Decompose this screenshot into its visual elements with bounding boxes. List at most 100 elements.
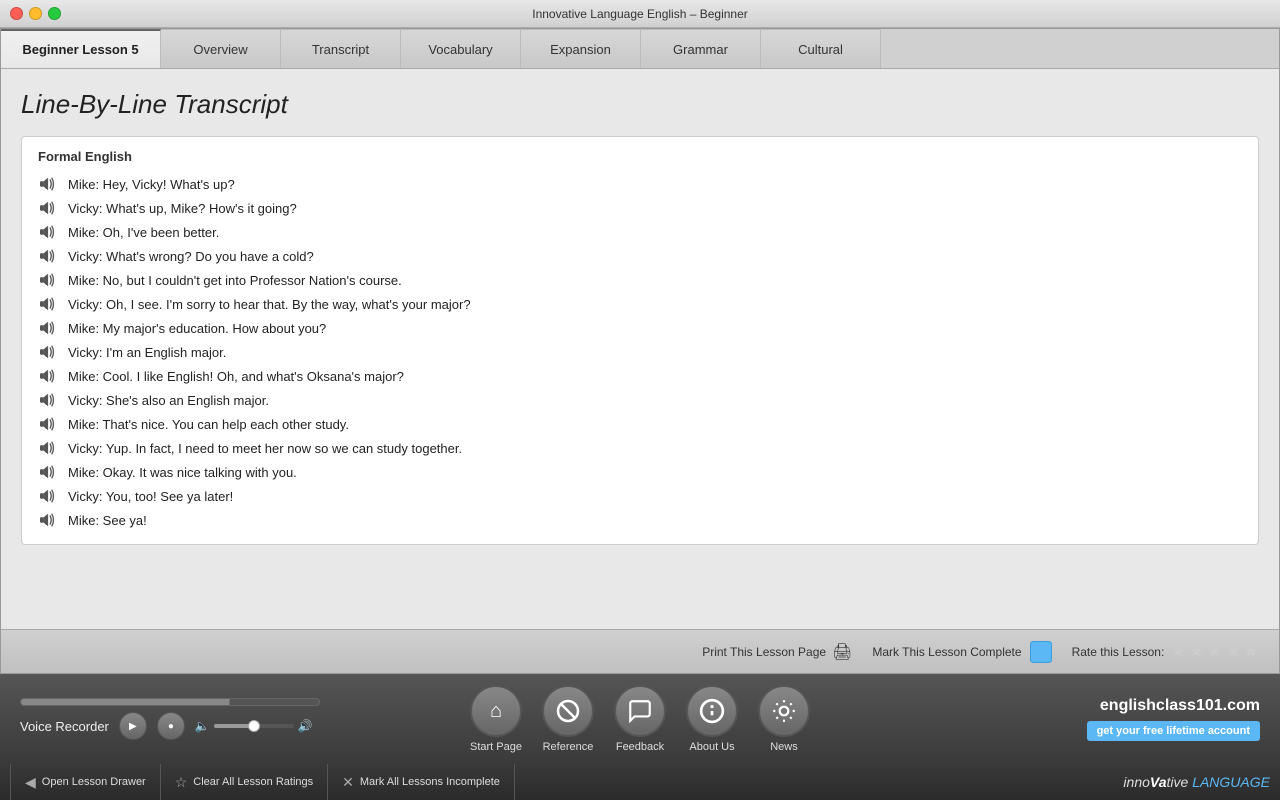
nav-news[interactable]: News [758, 685, 810, 753]
mark-complete-button[interactable]: Mark This Lesson Complete [872, 641, 1051, 663]
drawer-icon: ◀ [25, 774, 36, 791]
news-label: News [770, 741, 798, 753]
status-brand: innoVative LANGUAGE [1123, 774, 1270, 790]
transcript-line[interactable]: Vicky: She's also an English major. [38, 388, 1242, 412]
news-icon [758, 685, 810, 737]
nav-feedback[interactable]: Feedback [614, 685, 666, 753]
transcript-line[interactable]: Vicky: You, too! See ya later! [38, 484, 1242, 508]
sound-icon[interactable] [38, 439, 60, 457]
clear-ratings-button[interactable]: ☆ Clear All Lesson Ratings [161, 764, 328, 800]
transcript-text: Vicky: What's wrong? Do you have a cold? [68, 249, 314, 264]
about-us-label: About Us [689, 741, 734, 753]
complete-checkbox[interactable] [1030, 641, 1052, 663]
star-3[interactable]: ★ [1207, 641, 1223, 662]
sound-icon[interactable] [38, 175, 60, 193]
transcript-text: Mike: Hey, Vicky! What's up? [68, 177, 235, 192]
record-button[interactable]: ● [157, 712, 185, 740]
play-button[interactable]: ▶ [119, 712, 147, 740]
nav-start-page[interactable]: ⌂ Start Page [470, 685, 522, 753]
transcript-text: Vicky: Oh, I see. I'm sorry to hear that… [68, 297, 471, 312]
sound-icon[interactable] [38, 415, 60, 433]
maximize-button[interactable] [48, 7, 61, 20]
transcript-line[interactable]: Mike: See ya! [38, 508, 1242, 532]
star-2[interactable]: ★ [1188, 641, 1204, 662]
nav-about-us[interactable]: About Us [686, 685, 738, 753]
star-5[interactable]: ★ [1243, 641, 1259, 662]
rate-label: Rate this Lesson: [1072, 645, 1165, 659]
nav-reference[interactable]: Reference [542, 685, 594, 753]
sound-icon[interactable] [38, 511, 60, 529]
transcript-text: Vicky: You, too! See ya later! [68, 489, 233, 504]
about-us-icon [686, 685, 738, 737]
recorder-controls: Voice Recorder ▶ ● 🔈 🔊 [20, 712, 320, 740]
mark-complete-label: Mark This Lesson Complete [872, 645, 1021, 659]
get-lifetime-button[interactable]: get your free lifetime account [1087, 721, 1260, 741]
brand-text: englishclass101.com [1100, 697, 1260, 714]
window-title: Innovative Language English – Beginner [532, 7, 748, 21]
volume-icon-high: 🔊 [298, 719, 313, 733]
transcript-line[interactable]: Mike: Cool. I like English! Oh, and what… [38, 364, 1242, 388]
sound-icon[interactable] [38, 487, 60, 505]
tab-cultural[interactable]: Cultural [761, 29, 881, 68]
transcript-line[interactable]: Mike: No, but I couldn't get into Profes… [38, 268, 1242, 292]
sound-icon[interactable] [38, 463, 60, 481]
printer-icon: 🖨 [832, 642, 852, 662]
transcript-line[interactable]: Mike: My major's education. How about yo… [38, 316, 1242, 340]
transcript-line[interactable]: Vicky: What's up, Mike? How's it going? [38, 196, 1242, 220]
sound-icon[interactable] [38, 247, 60, 265]
mark-incomplete-button[interactable]: ✕ Mark All Lessons Incomplete [328, 764, 515, 800]
sound-icon[interactable] [38, 295, 60, 313]
transcript-line[interactable]: Mike: Okay. It was nice talking with you… [38, 460, 1242, 484]
volume-slider[interactable]: 🔈 🔊 [195, 719, 313, 733]
rate-lesson: Rate this Lesson: ★ ★ ★ ★ ★ [1072, 641, 1259, 662]
reference-icon [542, 685, 594, 737]
transcript-line[interactable]: Vicky: What's wrong? Do you have a cold? [38, 244, 1242, 268]
sound-icon[interactable] [38, 199, 60, 217]
voice-recorder: Voice Recorder ▶ ● 🔈 🔊 [20, 698, 320, 740]
transcript-header: Formal English [38, 149, 1242, 164]
start-page-icon: ⌂ [470, 685, 522, 737]
star-rating[interactable]: ★ ★ ★ ★ ★ [1170, 641, 1259, 662]
sound-icon[interactable] [38, 343, 60, 361]
transcript-box: Formal English Mike: Hey, Vicky! What's … [21, 136, 1259, 545]
open-drawer-button[interactable]: ◀ Open Lesson Drawer [10, 764, 161, 800]
window-controls[interactable] [10, 7, 61, 20]
transcript-lines: Mike: Hey, Vicky! What's up? Vicky: What… [38, 172, 1242, 532]
tab-expansion[interactable]: Expansion [521, 29, 641, 68]
print-label: Print This Lesson Page [702, 645, 826, 659]
sound-icon[interactable] [38, 223, 60, 241]
transcript-line[interactable]: Mike: Hey, Vicky! What's up? [38, 172, 1242, 196]
transcript-line[interactable]: Mike: Oh, I've been better. [38, 220, 1242, 244]
transcript-text: Vicky: She's also an English major. [68, 393, 269, 408]
content-area: Line-By-Line Transcript Formal English M… [1, 69, 1279, 629]
tab-vocabulary[interactable]: Vocabulary [401, 29, 521, 68]
transcript-text: Vicky: What's up, Mike? How's it going? [68, 201, 297, 216]
transcript-line[interactable]: Vicky: I'm an English major. [38, 340, 1242, 364]
recorder-progress-bar [20, 698, 320, 706]
main-window: Beginner Lesson 5 Overview Transcript Vo… [0, 28, 1280, 674]
print-button[interactable]: Print This Lesson Page 🖨 [702, 642, 852, 662]
star-1[interactable]: ★ [1170, 641, 1186, 662]
transcript-text: Mike: No, but I couldn't get into Profes… [68, 273, 402, 288]
transcript-line[interactable]: Vicky: Oh, I see. I'm sorry to hear that… [38, 292, 1242, 316]
transcript-line[interactable]: Mike: That's nice. You can help each oth… [38, 412, 1242, 436]
tab-transcript[interactable]: Transcript [281, 29, 401, 68]
sound-icon[interactable] [38, 319, 60, 337]
x-icon: ✕ [342, 774, 354, 791]
star-4[interactable]: ★ [1225, 641, 1241, 662]
nav-icons: ⌂ Start Page Reference Feedback [470, 685, 810, 753]
close-button[interactable] [10, 7, 23, 20]
clear-ratings-label: Clear All Lesson Ratings [193, 776, 313, 788]
transcript-text: Mike: Cool. I like English! Oh, and what… [68, 369, 404, 384]
minimize-button[interactable] [29, 7, 42, 20]
sound-icon[interactable] [38, 367, 60, 385]
transcript-line[interactable]: Vicky: Yup. In fact, I need to meet her … [38, 436, 1242, 460]
tab-grammar[interactable]: Grammar [641, 29, 761, 68]
tab-active[interactable]: Beginner Lesson 5 [1, 29, 161, 68]
bottom-toolbar: Print This Lesson Page 🖨 Mark This Lesso… [1, 629, 1279, 673]
status-bar: ◀ Open Lesson Drawer ☆ Clear All Lesson … [0, 764, 1280, 800]
sound-icon[interactable] [38, 271, 60, 289]
sound-icon[interactable] [38, 391, 60, 409]
tab-overview[interactable]: Overview [161, 29, 281, 68]
slider-track [214, 724, 294, 728]
